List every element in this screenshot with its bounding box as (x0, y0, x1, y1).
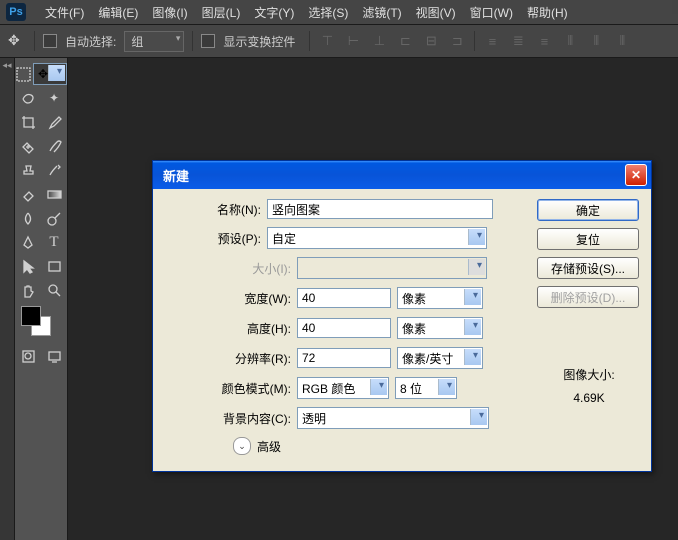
dist-top-icon[interactable]: ≡ (483, 32, 501, 50)
crop-tool[interactable] (16, 111, 40, 133)
app-logo: Ps (6, 3, 26, 21)
foreground-swatch[interactable] (21, 306, 41, 326)
brush-tool[interactable] (42, 135, 66, 157)
advanced-chevron-icon[interactable]: ⌄ (233, 437, 251, 455)
dist-right-icon[interactable]: ⫴ (613, 32, 631, 50)
dist-vcenter-icon[interactable]: ≣ (509, 32, 527, 50)
menu-bar: Ps 文件(F) 编辑(E) 图像(I) 图层(L) 文字(Y) 选择(S) 滤… (0, 0, 678, 25)
dist-bottom-icon[interactable]: ≡ (535, 32, 553, 50)
panel-drag[interactable] (672, 0, 678, 14)
height-input[interactable] (297, 318, 391, 338)
width-unit-select[interactable]: 像素 (397, 287, 483, 309)
dialog-title: 新建 (157, 166, 625, 185)
move-tool-icon: ✥ (8, 32, 26, 50)
menu-window[interactable]: 窗口(W) (463, 4, 520, 21)
menu-filter[interactable]: 滤镜(T) (355, 4, 408, 21)
options-bar: ✥ 自动选择: 组 显示变换控件 ⊤ ⊢ ⊥ ⊏ ⊟ ⊐ ≡ ≣ ≡ ⫴ ⫴ ⫴ (0, 25, 678, 58)
shape-tool[interactable] (42, 255, 66, 277)
autoselect-combo[interactable]: 组 (124, 31, 184, 52)
stamp-tool[interactable] (16, 159, 40, 181)
menu-edit[interactable]: 编辑(E) (91, 4, 145, 21)
image-size-value: 4.69K (537, 387, 641, 410)
res-label: 分辨率(R): (163, 350, 297, 367)
menu-image[interactable]: 图像(I) (145, 4, 194, 21)
lasso-tool[interactable] (16, 87, 40, 109)
mode-label: 颜色模式(M): (163, 380, 297, 397)
tab-strip: ◂◂ (0, 58, 15, 540)
screenmode-tool[interactable] (42, 345, 66, 367)
showcontrols-label: 显示变换控件 (223, 33, 295, 50)
name-input[interactable] (267, 199, 493, 219)
res-unit-select[interactable]: 像素/英寸 (397, 347, 483, 369)
align-right-icon[interactable]: ⊐ (448, 32, 466, 50)
eraser-tool[interactable] (16, 183, 40, 205)
menu-type[interactable]: 文字(Y) (247, 4, 301, 21)
autoselect-checkbox[interactable] (43, 34, 57, 48)
size-label: 大小(I): (163, 260, 297, 277)
wand-tool[interactable]: ✦ (42, 87, 66, 109)
size-select (297, 257, 487, 279)
mode-select[interactable]: RGB 颜色 (297, 377, 389, 399)
menu-view[interactable]: 视图(V) (409, 4, 463, 21)
reset-button[interactable]: 复位 (537, 228, 639, 250)
dialog-titlebar[interactable]: 新建 ✕ (153, 161, 651, 189)
history-brush-tool[interactable] (42, 159, 66, 181)
align-left-icon[interactable]: ⊏ (396, 32, 414, 50)
align-hcenter-icon[interactable]: ⊟ (422, 32, 440, 50)
path-select-tool[interactable] (16, 255, 40, 277)
res-input[interactable] (297, 348, 391, 368)
width-label: 宽度(W): (163, 290, 297, 307)
ok-button[interactable]: 确定 (537, 199, 639, 221)
image-size-label: 图像大小: (537, 364, 641, 387)
color-swatches[interactable] (15, 302, 67, 340)
zoom-tool[interactable] (42, 279, 66, 301)
quickmask-tool[interactable] (16, 345, 40, 367)
align-top-icon[interactable]: ⊤ (318, 32, 336, 50)
blur-tool[interactable] (16, 207, 40, 229)
hand-tool[interactable] (16, 279, 40, 301)
gradient-tool[interactable] (42, 183, 66, 205)
height-unit-select[interactable]: 像素 (397, 317, 483, 339)
menu-layer[interactable]: 图层(L) (195, 4, 248, 21)
eyedropper-tool[interactable] (42, 111, 66, 133)
separator (474, 31, 475, 51)
bits-select[interactable]: 8 位 (395, 377, 457, 399)
dist-left-icon[interactable]: ⫴ (561, 32, 579, 50)
separator (34, 31, 35, 51)
collapse-arrow-icon[interactable]: ◂◂ (0, 58, 14, 73)
preset-select[interactable]: 自定 (267, 227, 487, 249)
name-label: 名称(N): (163, 201, 267, 218)
marquee-tool[interactable] (16, 63, 31, 85)
preset-label: 预设(P): (163, 230, 267, 247)
dodge-tool[interactable] (42, 207, 66, 229)
align-vcenter-icon[interactable]: ⊢ (344, 32, 362, 50)
separator (192, 31, 193, 51)
width-input[interactable] (297, 288, 391, 308)
showcontrols-checkbox[interactable] (201, 34, 215, 48)
separator (309, 31, 310, 51)
move-tool[interactable]: ✥ (33, 63, 67, 85)
height-label: 高度(H): (163, 320, 297, 337)
menu-select[interactable]: 选择(S) (301, 4, 355, 21)
align-bottom-icon[interactable]: ⊥ (370, 32, 388, 50)
advanced-label[interactable]: 高级 (257, 438, 281, 455)
close-button[interactable]: ✕ (625, 164, 647, 186)
heal-tool[interactable] (16, 135, 40, 157)
menu-file[interactable]: 文件(F) (38, 4, 91, 21)
menu-help[interactable]: 帮助(H) (520, 4, 575, 21)
type-tool[interactable]: T (42, 231, 66, 253)
dist-hcenter-icon[interactable]: ⫴ (587, 32, 605, 50)
bg-label: 背景内容(C): (163, 410, 297, 427)
save-preset-button[interactable]: 存储预设(S)... (537, 257, 639, 279)
delete-preset-button: 删除预设(D)... (537, 286, 639, 308)
toolbox: ✥ ✦ T (15, 58, 68, 540)
pen-tool[interactable] (16, 231, 40, 253)
autoselect-label: 自动选择: (65, 33, 116, 50)
new-document-dialog: 新建 ✕ 名称(N): 预设(P): 自定 大小(I): 宽度(W): (152, 160, 652, 472)
bg-select[interactable]: 透明 (297, 407, 489, 429)
